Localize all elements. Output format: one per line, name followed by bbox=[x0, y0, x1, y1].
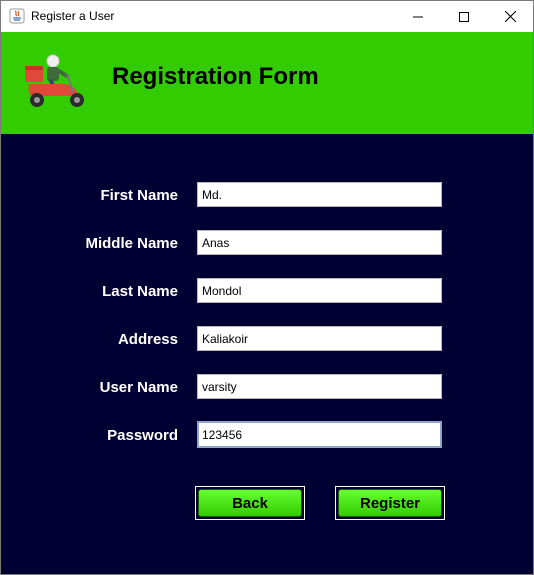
last-name-field[interactable] bbox=[197, 278, 442, 303]
first-name-label: First Name bbox=[100, 187, 178, 204]
page-title: Registration Form bbox=[112, 63, 319, 90]
register-button[interactable]: Register bbox=[335, 486, 445, 520]
register-window: Register a User Registration Form First … bbox=[0, 0, 534, 575]
maximize-button[interactable] bbox=[441, 1, 487, 32]
address-field[interactable] bbox=[197, 326, 442, 351]
password-field[interactable] bbox=[197, 421, 442, 448]
close-icon bbox=[504, 11, 516, 22]
user-name-label: User Name bbox=[99, 379, 178, 396]
form-panel: First Name Middle Name Last Name Address… bbox=[1, 134, 533, 574]
back-button-label: Back bbox=[198, 489, 302, 517]
minimize-icon bbox=[413, 16, 423, 17]
password-label: Password bbox=[107, 427, 178, 444]
close-button[interactable] bbox=[487, 1, 533, 32]
java-app-icon bbox=[9, 8, 25, 24]
delivery-scooter-icon bbox=[25, 54, 84, 107]
middle-name-label: Middle Name bbox=[85, 235, 178, 252]
last-name-label: Last Name bbox=[102, 283, 178, 300]
address-label: Address bbox=[117, 331, 178, 348]
back-button[interactable]: Back bbox=[195, 486, 305, 520]
header-banner: Registration Form bbox=[1, 32, 533, 134]
user-name-field[interactable] bbox=[197, 374, 442, 399]
middle-name-field[interactable] bbox=[197, 230, 442, 255]
first-name-field[interactable] bbox=[197, 182, 442, 207]
maximize-icon bbox=[459, 11, 469, 22]
minimize-button[interactable] bbox=[395, 1, 441, 32]
register-button-label: Register bbox=[338, 489, 442, 517]
window-title: Register a User bbox=[31, 9, 115, 23]
title-bar[interactable]: Register a User bbox=[1, 1, 533, 32]
